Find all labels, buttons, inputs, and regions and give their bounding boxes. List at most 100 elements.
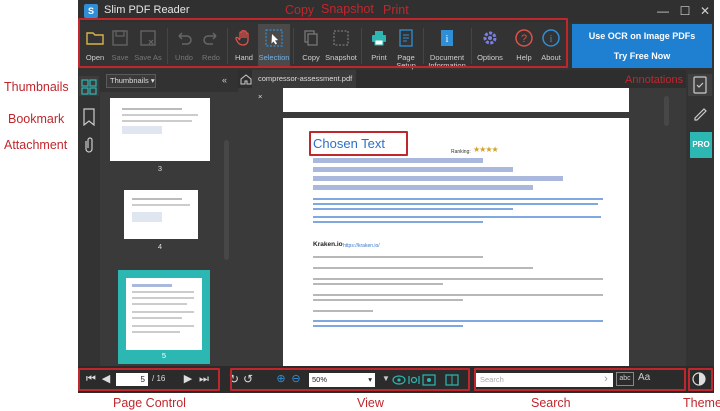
rotate-counterclockwise-icon[interactable]: ↺: [242, 373, 254, 385]
attachment-icon[interactable]: [81, 136, 97, 154]
thumb-line: [132, 303, 187, 305]
reading-mode-icon[interactable]: [444, 372, 460, 388]
continuous-view-icon[interactable]: [406, 372, 422, 388]
thumbnail-page-5-selected[interactable]: 5: [118, 270, 210, 364]
thumbnails-dropdown[interactable]: Thumbnails ▾: [106, 74, 156, 88]
search-annotation: Search: [531, 396, 571, 410]
pdf-page-previous: [283, 88, 629, 112]
thumb-line: [132, 291, 194, 293]
maximize-icon[interactable]: ☐: [674, 2, 696, 20]
about-info-icon: i: [542, 29, 560, 47]
selected-text-line: [313, 167, 513, 172]
thumb-line: [122, 108, 182, 110]
thumb-line: [132, 331, 180, 333]
next-page-icon[interactable]: ▶: [182, 373, 194, 385]
facing-view-icon[interactable]: [421, 372, 437, 388]
about-button[interactable]: i About: [536, 24, 566, 68]
app-logo-icon: S: [84, 4, 98, 18]
pdf-page-current[interactable]: Chosen Text Ranking: ★★★★ Kraken.io http…: [283, 118, 629, 366]
print-label: Print: [371, 53, 387, 62]
text-line: [313, 267, 533, 269]
hand-icon: [235, 29, 249, 46]
save-button[interactable]: Save: [105, 24, 135, 68]
home-icon[interactable]: [240, 73, 252, 85]
thumb-line: [132, 198, 182, 200]
chevron-down-icon: ▾: [368, 375, 372, 384]
text-line: [313, 299, 463, 301]
help-label: Help: [516, 53, 532, 62]
print-button[interactable]: Print: [364, 24, 394, 68]
selected-text-line: [313, 158, 483, 163]
section-link[interactable]: https://kraken.io/: [343, 243, 380, 249]
thumbnails-icon[interactable]: [81, 78, 97, 96]
tab-close-icon[interactable]: ×: [258, 92, 262, 101]
page-total: / 16: [152, 374, 166, 383]
page-number-input[interactable]: 5: [116, 373, 148, 386]
text-line: [313, 294, 603, 296]
thumbnails-dropdown-label: Thumbnails: [110, 76, 149, 85]
pro-badge[interactable]: PRO: [690, 132, 712, 158]
text-line: [313, 320, 603, 322]
zoom-value: 50%: [312, 375, 328, 384]
theme-icon[interactable]: [692, 372, 706, 386]
annotations-icon[interactable]: [692, 76, 708, 94]
toolbar-divider: [471, 28, 472, 64]
thumb-line: [132, 204, 190, 206]
thumbnail-page-3[interactable]: [110, 98, 210, 161]
save-as-button[interactable]: Save As: [133, 24, 163, 68]
selected-text-line: [313, 176, 563, 181]
bookmark-annotation: Bookmark: [8, 112, 65, 126]
toolbar-divider: [293, 28, 294, 64]
zoom-select[interactable]: 50% ▾: [309, 373, 375, 387]
help-icon: ?: [515, 29, 533, 47]
thumb-line: [132, 311, 194, 313]
undo-button[interactable]: Undo: [169, 24, 199, 68]
rotate-clockwise-icon[interactable]: ↻: [228, 373, 240, 385]
thumbnail-page-4[interactable]: [124, 190, 198, 239]
thumbnail-number: 5: [161, 351, 167, 360]
previous-page-icon[interactable]: ◀: [100, 373, 112, 385]
copy-button[interactable]: Copy: [296, 24, 326, 68]
zoom-out-icon[interactable]: ⊖: [290, 373, 302, 385]
redo-button[interactable]: Redo: [196, 24, 226, 68]
text-line: [313, 203, 598, 205]
thumb-line: [122, 120, 192, 122]
collapse-pane-icon[interactable]: «: [222, 75, 227, 85]
bookmark-icon[interactable]: [81, 108, 97, 126]
gear-icon: [483, 31, 497, 45]
search-input[interactable]: Search: [476, 373, 613, 387]
whole-word-icon[interactable]: Aa: [638, 372, 650, 383]
page-setup-icon: [399, 29, 413, 47]
minimize-icon[interactable]: —: [652, 2, 674, 20]
document-scrollbar[interactable]: [664, 96, 669, 126]
single-page-view-icon[interactable]: [391, 372, 407, 388]
document-information-button[interactable]: i Document Information: [428, 24, 466, 70]
text-line: [313, 283, 443, 285]
toolbar-divider: [227, 28, 228, 64]
snapshot-button[interactable]: Snapshot: [325, 24, 357, 68]
search-next-icon[interactable]: ›: [600, 373, 612, 385]
ocr-promo-button[interactable]: Use OCR on Image PDFs Try Free Now: [572, 24, 712, 68]
page-setup-button[interactable]: Page Setup: [391, 24, 421, 70]
sign-pen-icon[interactable]: [692, 104, 708, 122]
print-annotation: Print: [383, 3, 409, 17]
last-page-icon[interactable]: ⏭: [198, 373, 210, 385]
zoom-in-icon[interactable]: ⊕: [275, 373, 287, 385]
save-icon: [112, 30, 128, 46]
thumbnails-annotation: Thumbnails: [4, 80, 69, 94]
close-window-icon[interactable]: ✕: [694, 2, 716, 20]
selection-tool-button[interactable]: Selection: [259, 24, 289, 68]
match-case-icon[interactable]: abc: [616, 372, 634, 386]
help-button[interactable]: ? Help: [509, 24, 539, 68]
hand-tool-button[interactable]: Hand: [229, 24, 259, 68]
ocr-promo-cta: Try Free Now: [613, 51, 671, 61]
thumb-image: [132, 212, 162, 222]
redo-label: Redo: [202, 53, 220, 62]
thumbnail-scrollbar[interactable]: [224, 140, 229, 260]
thumb-line: [132, 317, 182, 319]
ranking-stars: ★★★★: [473, 145, 499, 154]
toolbar-divider: [361, 28, 362, 64]
tab-compressor-assessment[interactable]: compressor-assessment.pdf ×: [252, 70, 356, 101]
first-page-icon[interactable]: ⏮: [85, 373, 97, 385]
options-button[interactable]: Options: [475, 24, 505, 68]
